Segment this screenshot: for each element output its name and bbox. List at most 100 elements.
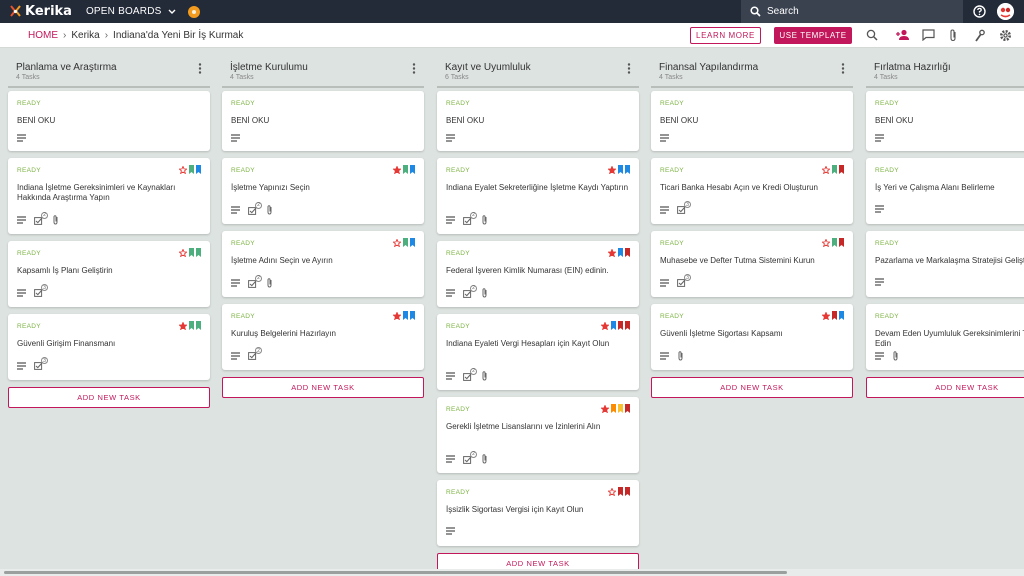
search-box[interactable]: Search — [741, 0, 963, 23]
task-title[interactable]: BENİ OKU — [231, 116, 415, 126]
task-card[interactable]: READY Devam Eden Uyumluluk Gereksinimleri… — [866, 304, 1024, 370]
task-title[interactable]: BENİ OKU — [446, 116, 630, 126]
tag-flag-icon[interactable] — [410, 161, 415, 179]
star-icon[interactable] — [178, 317, 188, 335]
tag-flag-icon[interactable] — [196, 161, 201, 179]
tag-flag-icon[interactable] — [625, 244, 630, 262]
add-person-icon[interactable] — [896, 29, 910, 41]
task-title[interactable]: Güvenli İşletme Sigortası Kapsamı — [660, 329, 844, 339]
star-icon[interactable] — [392, 307, 402, 325]
help-icon[interactable] — [973, 5, 986, 18]
task-title[interactable]: Devam Eden Uyumluluk Gereksinimlerini Ta… — [875, 329, 1024, 349]
task-title[interactable]: Indiana Eyalet Sekreterliğine İşletme Ka… — [446, 183, 630, 193]
task-card[interactable]: READY BENİ OKU — [437, 91, 639, 151]
task-card[interactable]: READY İşletme Yapınızı Seçin 2 — [222, 158, 424, 224]
tag-flag-icon[interactable] — [410, 234, 415, 252]
star-icon[interactable] — [821, 161, 831, 179]
task-card[interactable]: READY Güvenli İşletme Sigortası Kapsamı — [651, 304, 853, 370]
add-new-task-button[interactable]: ADD NEW TASK — [866, 377, 1024, 398]
task-card[interactable]: READY İşsizlik Sigortası Vergisi için Kay… — [437, 480, 639, 546]
open-boards-menu[interactable]: OPEN BOARDS — [86, 6, 176, 17]
more-vertical-icon[interactable] — [412, 63, 416, 74]
task-title[interactable]: Federal İşveren Kimlik Numarası (EIN) ed… — [446, 266, 630, 276]
task-title[interactable]: İşsizlik Sigortası Vergisi için Kayıt Ol… — [446, 505, 630, 515]
tag-flag-icon[interactable] — [625, 400, 630, 418]
star-icon[interactable] — [178, 161, 188, 179]
star-icon[interactable] — [821, 234, 831, 252]
tag-flag-icon[interactable] — [403, 307, 408, 325]
tag-flag-icon[interactable] — [839, 161, 844, 179]
task-title[interactable]: Indiana Eyaleti Vergi Hesapları için Kay… — [446, 339, 630, 349]
task-title[interactable]: İşletme Adını Seçin ve Ayırın — [231, 256, 415, 266]
star-icon[interactable] — [607, 483, 617, 501]
tools-icon[interactable] — [973, 29, 985, 42]
tag-flag-icon[interactable] — [618, 317, 623, 335]
task-card[interactable]: READY Indiana Eyaleti Vergi Hesapları içi… — [437, 314, 639, 390]
task-card[interactable]: READY Pazarlama ve Markalaşma Stratejisi … — [866, 231, 1024, 297]
use-template-button[interactable]: USE TEMPLATE — [774, 27, 852, 44]
star-icon[interactable] — [607, 161, 617, 179]
add-new-task-button[interactable]: ADD NEW TASK — [8, 387, 210, 408]
tag-flag-icon[interactable] — [196, 317, 201, 335]
tag-flag-icon[interactable] — [403, 161, 408, 179]
column-header[interactable]: Kayıt ve Uyumluluk 6 Tasks — [437, 48, 639, 88]
avatar[interactable] — [997, 3, 1014, 20]
tag-flag-icon[interactable] — [618, 400, 623, 418]
star-icon[interactable] — [821, 307, 831, 325]
tag-flag-icon[interactable] — [839, 307, 844, 325]
task-title[interactable]: Indiana İşletme Gereksinimleri ve Kaynak… — [17, 183, 201, 203]
task-title[interactable]: BENİ OKU — [875, 116, 1024, 126]
scrollbar-thumb[interactable] — [4, 571, 787, 574]
sun-icon[interactable] — [187, 5, 200, 18]
task-title[interactable]: BENİ OKU — [17, 116, 201, 126]
add-new-task-button[interactable]: ADD NEW TASK — [651, 377, 853, 398]
star-icon[interactable] — [392, 161, 402, 179]
star-icon[interactable] — [600, 400, 610, 418]
star-icon[interactable] — [392, 234, 402, 252]
tag-flag-icon[interactable] — [625, 161, 630, 179]
more-vertical-icon[interactable] — [841, 63, 845, 74]
more-vertical-icon[interactable] — [198, 63, 202, 74]
tag-flag-icon[interactable] — [832, 307, 837, 325]
task-card[interactable]: READY İş Yeri ve Çalışma Alanı Belirleme — [866, 158, 1024, 224]
breadcrumb-home[interactable]: HOME — [28, 30, 58, 41]
task-title[interactable]: Gerekli İşletme Lisanslarını ve İzinleri… — [446, 422, 630, 432]
tag-flag-icon[interactable] — [625, 483, 630, 501]
task-card[interactable]: READY Gerekli İşletme Lisanslarını ve İzi… — [437, 397, 639, 473]
chat-icon[interactable] — [922, 29, 935, 41]
tag-flag-icon[interactable] — [618, 161, 623, 179]
horizontal-scrollbar[interactable] — [0, 569, 1024, 576]
task-card[interactable]: READY BENİ OKU — [8, 91, 210, 151]
task-card[interactable]: READY Indiana İşletme Gereksinimleri ve K… — [8, 158, 210, 234]
add-new-task-button[interactable]: ADD NEW TASK — [222, 377, 424, 398]
tag-flag-icon[interactable] — [618, 483, 623, 501]
learn-more-button[interactable]: LEARN MORE — [690, 27, 761, 44]
task-card[interactable]: READY Federal İşveren Kimlik Numarası (EI… — [437, 241, 639, 307]
tag-flag-icon[interactable] — [196, 244, 201, 262]
task-title[interactable]: Pazarlama ve Markalaşma Stratejisi Geliş… — [875, 256, 1024, 266]
task-card[interactable]: READY Kapsamlı İş Planı Geliştirin 3 — [8, 241, 210, 307]
tag-flag-icon[interactable] — [611, 317, 616, 335]
task-title[interactable]: Güvenli Girişim Finansmanı — [17, 339, 201, 349]
task-card[interactable]: READY Kuruluş Belgelerini Hazırlayın 2 — [222, 304, 424, 370]
star-icon[interactable] — [178, 244, 188, 262]
task-title[interactable]: BENİ OKU — [660, 116, 844, 126]
task-card[interactable]: READY Güvenli Girişim Finansmanı 3 — [8, 314, 210, 380]
task-card[interactable]: READY BENİ OKU — [222, 91, 424, 151]
task-title[interactable]: Kapsamlı İş Planı Geliştirin — [17, 266, 201, 276]
task-title[interactable]: İş Yeri ve Çalışma Alanı Belirleme — [875, 183, 1024, 193]
more-vertical-icon[interactable] — [627, 63, 631, 74]
attachment-icon[interactable] — [948, 29, 958, 42]
search-icon[interactable] — [866, 29, 878, 41]
tag-flag-icon[interactable] — [403, 234, 408, 252]
task-card[interactable]: READY İşletme Adını Seçin ve Ayırın 2 — [222, 231, 424, 297]
tag-flag-icon[interactable] — [839, 234, 844, 252]
tag-flag-icon[interactable] — [832, 161, 837, 179]
task-card[interactable]: READY Ticari Banka Hesabı Açın ve Kredi O… — [651, 158, 853, 224]
column-header[interactable]: Fırlatma Hazırlığı 4 Tasks — [866, 48, 1024, 88]
star-icon[interactable] — [600, 317, 610, 335]
column-header[interactable]: Planlama ve Araştırma 4 Tasks — [8, 48, 210, 88]
column-header[interactable]: İşletme Kurulumu 4 Tasks — [222, 48, 424, 88]
tag-flag-icon[interactable] — [189, 317, 194, 335]
task-title[interactable]: İşletme Yapınızı Seçin — [231, 183, 415, 193]
